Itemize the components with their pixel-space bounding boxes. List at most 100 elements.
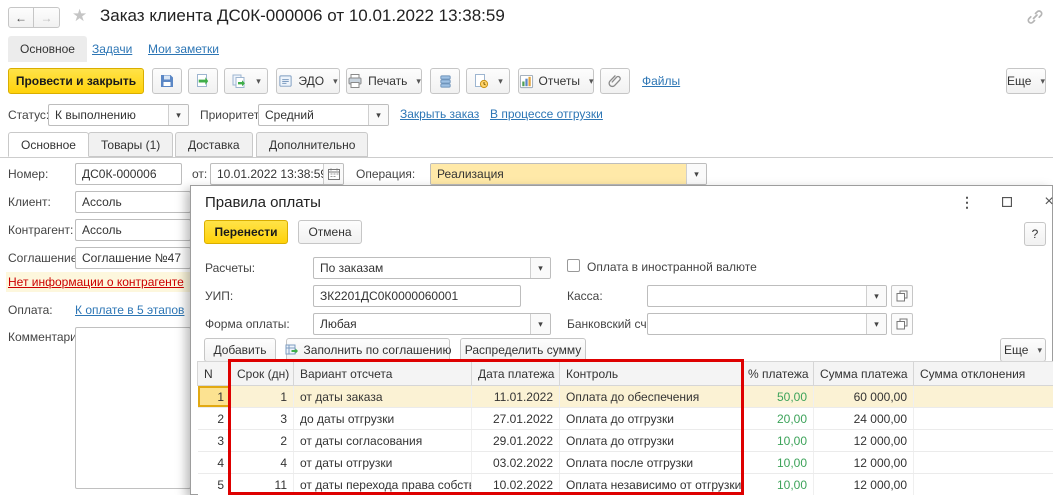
priority-dropdown-icon[interactable] (368, 105, 388, 125)
calculations-dropdown-icon[interactable] (530, 258, 550, 278)
cell-control[interactable]: Оплата до обеспечения (560, 386, 742, 408)
post-document-button[interactable] (188, 68, 218, 94)
cell-date[interactable]: 11.01.2022 (472, 386, 560, 408)
payment-form-dropdown-icon[interactable] (530, 314, 550, 334)
cell-control[interactable]: Оплата после отгрузки (560, 452, 742, 474)
doc-tab-main[interactable]: Основное (8, 132, 89, 157)
cell-amount[interactable]: 24 000,00 (814, 408, 914, 430)
operation-dropdown-icon[interactable] (686, 164, 706, 184)
cell-n[interactable]: 4 (198, 452, 231, 474)
doc-tab-delivery[interactable]: Доставка (175, 132, 253, 157)
cell-amount[interactable]: 12 000,00 (814, 430, 914, 452)
distribute-amount-button[interactable]: Распределить сумму (460, 338, 586, 362)
add-row-button[interactable]: Добавить (204, 338, 276, 362)
tab-my-notes[interactable]: Мои заметки (148, 42, 219, 56)
cell-date[interactable]: 27.01.2022 (472, 408, 560, 430)
tab-main[interactable]: Основное (8, 36, 87, 62)
doc-tab-goods[interactable]: Товары (1) (88, 132, 173, 157)
table-row[interactable]: 1 1 от даты заказа 11.01.2022 Оплата до … (198, 386, 1053, 408)
reports-button[interactable]: Отчеты (518, 68, 594, 94)
cell-days[interactable]: 2 (231, 430, 294, 452)
cell-variant[interactable]: от даты перехода права собств… (294, 474, 472, 495)
save-button[interactable] (152, 68, 182, 94)
cashbox-open-icon[interactable] (891, 285, 913, 307)
cell-date[interactable]: 03.02.2022 (472, 452, 560, 474)
cell-percent[interactable]: 10,00 (742, 452, 814, 474)
no-counterparty-info-link[interactable]: Нет информации о контрагенте (8, 275, 184, 289)
cell-control[interactable]: Оплата до отгрузки (560, 408, 742, 430)
cell-deviation[interactable] (914, 474, 1053, 495)
toolbar-more-button[interactable]: Еще (1006, 68, 1046, 94)
cell-deviation[interactable] (914, 386, 1053, 408)
table-row[interactable]: 5 11 от даты перехода права собств… 10.0… (198, 474, 1053, 495)
cashbox-field[interactable] (647, 285, 887, 307)
col-header-percent[interactable]: % платежа (742, 362, 814, 386)
cell-amount[interactable]: 12 000,00 (814, 452, 914, 474)
fill-by-agreement-button[interactable]: Заполнить по соглашению (286, 338, 450, 362)
cell-variant[interactable]: до даты отгрузки (294, 408, 472, 430)
status-dropdown-icon[interactable] (168, 105, 188, 125)
help-button[interactable]: ? (1024, 222, 1046, 246)
post-and-close-button[interactable]: Провести и закрыть (8, 68, 144, 94)
cell-control[interactable]: Оплата до отгрузки (560, 430, 742, 452)
date-field[interactable]: 10.01.2022 13:38:59 (210, 163, 344, 185)
document-history-button[interactable] (466, 68, 510, 94)
shipping-in-progress-link[interactable]: В процессе отгрузки (490, 107, 603, 121)
priority-select[interactable]: Средний (258, 104, 389, 126)
payment-stages-link[interactable]: К оплате в 5 этапов (75, 303, 184, 317)
cell-n[interactable]: 1 (198, 386, 231, 408)
bank-account-dropdown-icon[interactable] (866, 314, 886, 334)
uip-field[interactable]: ЗК2201ДС0К0000060001 (313, 285, 521, 307)
counterparty-field[interactable]: Ассоль (75, 219, 191, 241)
comment-textarea[interactable] (75, 327, 191, 489)
tab-tasks[interactable]: Задачи (92, 42, 132, 56)
table-row[interactable]: 4 4 от даты отгрузки 03.02.2022 Оплата п… (198, 452, 1053, 474)
cell-deviation[interactable] (914, 430, 1053, 452)
calendar-icon[interactable] (323, 164, 343, 184)
cell-variant[interactable]: от даты отгрузки (294, 452, 472, 474)
operation-select[interactable]: Реализация (430, 163, 707, 185)
table-row[interactable]: 2 3 до даты отгрузки 27.01.2022 Оплата д… (198, 408, 1053, 430)
dialog-more-button[interactable]: Еще (1000, 338, 1046, 362)
cell-variant[interactable]: от даты заказа (294, 386, 472, 408)
col-header-control[interactable]: Контроль (560, 362, 742, 386)
cell-variant[interactable]: от даты согласования (294, 430, 472, 452)
get-link-icon[interactable] (1026, 8, 1044, 26)
cell-days[interactable]: 3 (231, 408, 294, 430)
cell-days[interactable]: 4 (231, 452, 294, 474)
edo-button[interactable]: ЭДО (276, 68, 340, 94)
cell-control[interactable]: Оплата независимо от отгрузки (560, 474, 742, 495)
create-based-on-button[interactable] (224, 68, 268, 94)
col-header-days[interactable]: Срок (дн) (231, 362, 294, 386)
close-order-link[interactable]: Закрыть заказ (400, 107, 479, 121)
cell-n[interactable]: 5 (198, 474, 231, 495)
back-button[interactable]: ← (8, 7, 34, 28)
cashbox-dropdown-icon[interactable] (866, 286, 886, 306)
cell-n[interactable]: 3 (198, 430, 231, 452)
forward-button[interactable]: → (34, 7, 60, 28)
client-field[interactable]: Ассоль (75, 191, 191, 213)
col-header-variant[interactable]: Вариант отсчета (294, 362, 472, 386)
payment-form-select[interactable]: Любая (313, 313, 551, 335)
cancel-button[interactable]: Отмена (298, 220, 362, 244)
cell-days[interactable]: 11 (231, 474, 294, 495)
cell-n[interactable]: 2 (198, 408, 231, 430)
bank-account-field[interactable] (647, 313, 887, 335)
dialog-maximize-icon[interactable] (997, 192, 1017, 212)
calculations-select[interactable]: По заказам (313, 257, 551, 279)
print-button[interactable]: Печать (346, 68, 422, 94)
cell-deviation[interactable] (914, 452, 1053, 474)
register-records-button[interactable] (430, 68, 460, 94)
cell-percent[interactable]: 10,00 (742, 430, 814, 452)
cell-date[interactable]: 29.01.2022 (472, 430, 560, 452)
cell-amount[interactable]: 12 000,00 (814, 474, 914, 495)
number-field[interactable]: ДС0К-000006 (75, 163, 182, 185)
table-row[interactable]: 3 2 от даты согласования 29.01.2022 Опла… (198, 430, 1053, 452)
status-select[interactable]: К выполнению (48, 104, 189, 126)
bank-account-open-icon[interactable] (891, 313, 913, 335)
attachments-button[interactable] (600, 68, 630, 94)
cell-days[interactable]: 1 (231, 386, 294, 408)
agreement-field[interactable]: Соглашение №47 (75, 247, 191, 269)
col-header-deviation[interactable]: Сумма отклонения (914, 362, 1053, 386)
col-header-date[interactable]: Дата платежа (472, 362, 560, 386)
